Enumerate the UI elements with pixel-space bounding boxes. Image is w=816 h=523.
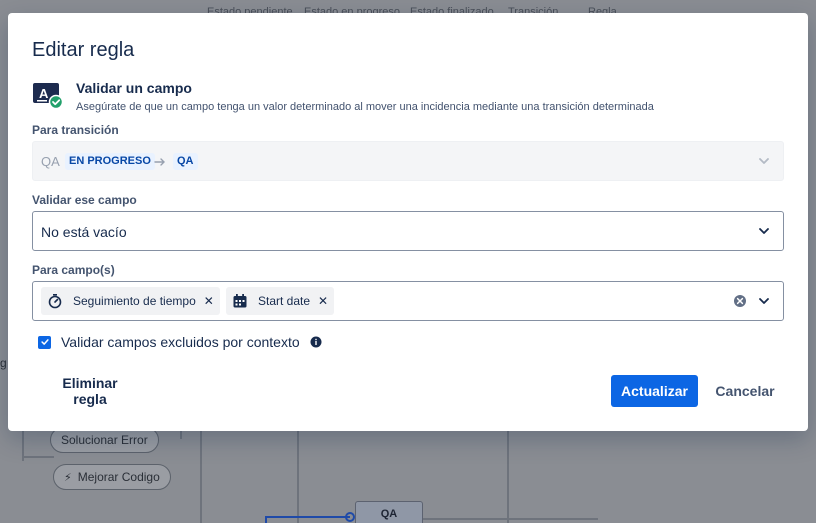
- fields-multiselect[interactable]: Seguimiento de tiempo ✕ Start date ✕: [32, 281, 784, 321]
- select-value: No está vacío: [41, 224, 127, 240]
- chevron-down-icon[interactable]: [757, 224, 771, 238]
- delete-rule-button[interactable]: Eliminar regla: [36, 375, 136, 407]
- chevron-down-icon[interactable]: [757, 294, 771, 308]
- canvas-line: [200, 431, 202, 523]
- transition-arrow: [265, 516, 350, 518]
- checkbox-label[interactable]: Validar campos excluidos por contexto: [61, 334, 300, 350]
- svg-text:A: A: [39, 86, 49, 101]
- transition-handle: [345, 512, 355, 522]
- canvas-line: [297, 431, 299, 523]
- field-chip-time-tracking: Seguimiento de tiempo ✕: [41, 287, 220, 315]
- rule-description: Asegúrate de que un campo tenga un valor…: [76, 101, 654, 113]
- remove-chip-button[interactable]: ✕: [204, 294, 214, 308]
- transition-label: Para transición: [32, 123, 119, 137]
- canvas-line: [180, 431, 182, 439]
- validate-excluded-checkbox[interactable]: [38, 335, 51, 349]
- edit-rule-dialog: Editar regla A Validar un campo Asegúrat…: [8, 13, 808, 431]
- cancel-button[interactable]: Cancelar: [708, 375, 782, 407]
- chip-label: Seguimiento de tiempo: [73, 294, 196, 308]
- status-lozenge-to: QA: [173, 153, 198, 170]
- clear-all-icon[interactable]: [733, 294, 747, 308]
- calendar-icon: [233, 294, 247, 308]
- checkmark-icon: [40, 339, 49, 345]
- node-label: Mejorar Codigo: [77, 470, 160, 484]
- fields-label: Para campo(s): [32, 263, 115, 277]
- transition-select: QA EN PROGRESO QA: [32, 141, 784, 181]
- canvas-line: [22, 431, 24, 461]
- canvas-line: [507, 431, 509, 523]
- info-icon[interactable]: [310, 336, 322, 348]
- field-chip-start-date: Start date ✕: [226, 287, 335, 315]
- text-field-check-icon: A: [33, 83, 64, 110]
- status-node-qa[interactable]: QA: [355, 501, 423, 523]
- canvas-edge-text: g: [0, 356, 7, 370]
- arrow-right-icon: [154, 158, 165, 166]
- canvas-line: [423, 518, 598, 520]
- rule-name: Validar un campo: [76, 80, 192, 96]
- node-label: Solucionar Error: [61, 433, 148, 447]
- validate-field-label: Validar ese campo: [32, 193, 137, 207]
- update-button[interactable]: Actualizar: [611, 375, 698, 407]
- bolt-icon: ⚡: [64, 471, 72, 484]
- chevron-down-icon: [759, 158, 769, 164]
- transition-from-text: QA: [41, 154, 60, 169]
- status-lozenge-from: EN PROGRESO: [65, 153, 155, 170]
- transition-arrow: [265, 516, 267, 523]
- chip-label: Start date: [258, 294, 311, 308]
- canvas-line: [22, 456, 54, 458]
- rule-summary: A Validar un campo Asegúrate de que un c…: [32, 80, 792, 116]
- column-headers: Estado pendiente Estado en progreso Esta…: [0, 0, 816, 18]
- status-node-label: QA: [380, 508, 398, 520]
- validate-excluded-row: Validar campos excluidos por contexto: [38, 333, 322, 351]
- dialog-title: Editar regla: [32, 39, 135, 61]
- node-mejorar-codigo[interactable]: ⚡ Mejorar Codigo: [53, 464, 171, 490]
- stopwatch-icon: [48, 294, 62, 309]
- remove-chip-button[interactable]: ✕: [318, 294, 328, 308]
- validate-condition-select[interactable]: No está vacío: [32, 211, 784, 251]
